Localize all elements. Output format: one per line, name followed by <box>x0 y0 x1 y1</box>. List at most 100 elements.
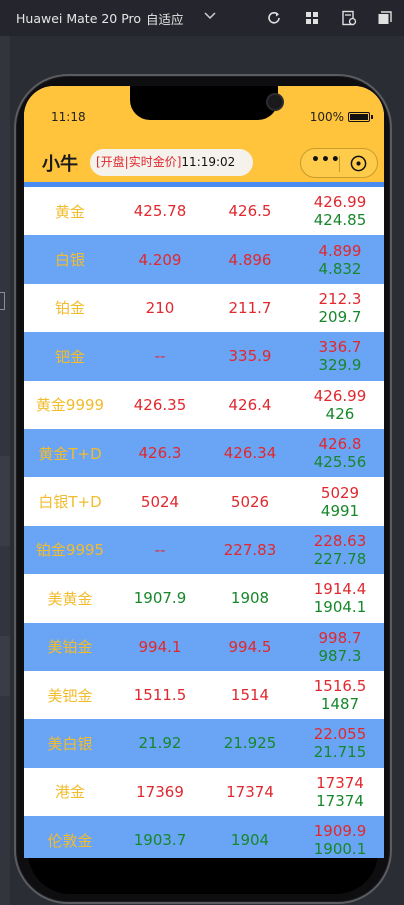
table-row[interactable]: 白银T+D 5024 5026 5029 4991 <box>24 477 384 526</box>
ticker-tag: [开盘|实时金价] <box>96 155 182 169</box>
price-low: 425.56 <box>313 453 367 472</box>
high-low: 1909.9 1900.1 <box>296 816 384 858</box>
high-low: 336.7 329.9 <box>296 332 384 380</box>
battery-icon <box>348 112 373 122</box>
high-low: 22.055 21.715 <box>296 719 384 767</box>
high-low: 426.8 425.56 <box>296 429 384 477</box>
more-dots-icon[interactable]: ••• <box>311 152 340 168</box>
grid-icon[interactable] <box>304 10 320 26</box>
window-icon[interactable] <box>377 10 393 26</box>
price-a: 1511.5 <box>133 686 187 705</box>
price-high: 426.8 <box>318 435 362 454</box>
metal-name: 伦敦金 <box>47 831 93 850</box>
metal-name: 黄金T+D <box>38 444 102 463</box>
high-low: 1914.4 1904.1 <box>296 574 384 622</box>
device-mode[interactable]: 自适应 <box>146 9 184 28</box>
table-row[interactable]: 黄金T+D 426.3 426.34 426.8 425.56 <box>24 428 384 478</box>
close-circle-icon[interactable] <box>350 155 367 172</box>
price-high: 212.3 <box>318 289 362 308</box>
refresh-icon[interactable] <box>266 10 282 26</box>
table-row[interactable]: 美黄金 1907.9 1908 1914.4 1904.1 <box>24 574 384 623</box>
table-row[interactable]: 美铂金 994.1 994.5 998.7 987.3 <box>24 622 384 671</box>
battery-status: 100% <box>309 110 373 124</box>
price-b: 994.5 <box>228 637 272 656</box>
table-row[interactable]: 黄金9999 426.35 426.4 426.99 426 <box>24 380 384 429</box>
table-row[interactable]: 伦敦金 1903.7 1904 1909.9 1900.1 <box>24 816 384 858</box>
metal-name: 铂金 <box>54 299 85 318</box>
menu-capsule: ••• <box>300 148 378 178</box>
metal-name: 美黄金 <box>47 589 93 608</box>
price-b: 1908 <box>230 589 270 608</box>
price-high: 228.63 <box>313 531 367 550</box>
table-row[interactable]: 港金 17369 17374 17374 17374 <box>24 767 384 817</box>
metal-name: 黄金9999 <box>35 396 105 415</box>
page-title: 小牛 <box>42 154 78 175</box>
price-high: 4.899 <box>318 241 362 260</box>
metal-name: 黄金 <box>54 202 85 221</box>
price-b: 227.83 <box>223 540 277 559</box>
price-a: 994.1 <box>138 637 182 656</box>
price-b: 335.9 <box>228 347 272 366</box>
price-low: 4.832 <box>318 259 362 278</box>
high-low: 228.63 227.78 <box>296 526 384 574</box>
camera-notch <box>130 86 284 120</box>
high-low: 426.99 426 <box>296 381 384 429</box>
price-low: 1487 <box>320 695 360 714</box>
metal-name: 钯金 <box>54 347 85 366</box>
table-row[interactable]: 美白银 21.92 21.925 22.055 21.715 <box>24 719 384 768</box>
nav-bar: 小牛 [开盘|实时金价]11:19:02 ••• <box>24 142 384 182</box>
price-high: 998.7 <box>318 628 362 647</box>
price-b: 426.5 <box>228 202 272 221</box>
price-b: 426.4 <box>228 395 272 414</box>
price-a: -- <box>154 540 166 559</box>
price-a: 426.3 <box>138 444 182 463</box>
price-a: 1907.9 <box>133 589 187 608</box>
price-low: 21.715 <box>313 743 367 762</box>
price-b: 5026 <box>230 492 270 511</box>
price-low: 227.78 <box>313 549 367 568</box>
table-row[interactable]: 钯金 -- 335.9 336.7 329.9 <box>24 332 384 381</box>
high-low: 426.99 424.85 <box>296 187 384 235</box>
price-a: -- <box>154 347 166 366</box>
table-row[interactable]: 白银 4.209 4.896 4.899 4.832 <box>24 235 384 284</box>
high-low: 4.899 4.832 <box>296 235 384 283</box>
devtools-toolbar: Huawei Mate 20 Pro 自适应 <box>0 0 404 36</box>
price-low: 209.7 <box>318 307 362 326</box>
price-high: 426.99 <box>313 386 367 405</box>
status-time: 11:18 <box>51 110 86 124</box>
high-low: 1516.5 1487 <box>296 671 384 719</box>
metal-name: 美钯金 <box>47 686 93 705</box>
price-high: 5029 <box>320 483 360 502</box>
price-low: 17374 <box>316 791 364 810</box>
price-a: 426.35 <box>133 395 187 414</box>
price-b: 17374 <box>226 782 274 801</box>
table-row[interactable]: 黄金 425.78 426.5 426.99 424.85 <box>24 187 384 236</box>
panel-band <box>0 456 10 546</box>
price-low: 424.85 <box>313 211 367 230</box>
price-a: 5024 <box>140 492 180 511</box>
panel-handle[interactable] <box>0 292 5 310</box>
device-name[interactable]: Huawei Mate 20 Pro <box>16 11 141 26</box>
price-b: 21.925 <box>223 734 277 753</box>
settings-page-icon[interactable] <box>341 10 357 26</box>
metal-name: 港金 <box>54 783 85 802</box>
chevron-down-icon[interactable] <box>203 9 217 23</box>
table-row[interactable]: 铂金 210 211.7 212.3 209.7 <box>24 283 384 333</box>
price-low: 1904.1 <box>313 598 367 617</box>
price-high: 426.99 <box>313 193 367 212</box>
price-high: 336.7 <box>318 338 362 357</box>
metal-name: 白银T+D <box>38 493 102 512</box>
price-low: 329.9 <box>318 356 362 375</box>
price-low: 1900.1 <box>313 840 367 858</box>
ticker-time: 11:19:02 <box>181 155 236 169</box>
price-b: 1904 <box>230 831 270 850</box>
battery-percent: 100% <box>309 110 344 124</box>
price-low: 426 <box>325 404 355 423</box>
table-row[interactable]: 美钯金 1511.5 1514 1516.5 1487 <box>24 670 384 720</box>
price-list: 黄金 425.78 426.5 426.99 424.85 白银 4.209 4.896 4.8… <box>24 187 384 858</box>
price-b: 1514 <box>230 686 270 705</box>
table-row[interactable]: 铂金9995 -- 227.83 228.63 227.78 <box>24 525 384 575</box>
price-high: 1516.5 <box>313 677 367 696</box>
price-a: 17369 <box>136 782 184 801</box>
price-b: 211.7 <box>228 298 272 317</box>
